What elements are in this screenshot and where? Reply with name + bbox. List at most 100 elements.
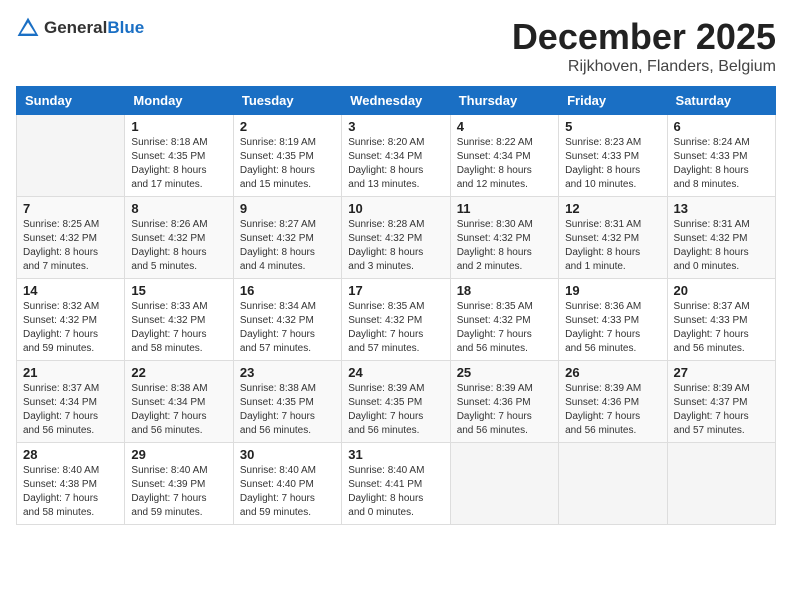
day-info: Sunrise: 8:37 AM Sunset: 4:34 PM Dayligh… bbox=[23, 382, 118, 438]
day-info: Sunrise: 8:24 AM Sunset: 4:33 PM Dayligh… bbox=[674, 136, 769, 192]
day-number: 24 bbox=[348, 365, 443, 380]
calendar-cell: 16 Sunrise: 8:34 AM Sunset: 4:32 PM Dayli… bbox=[233, 279, 341, 361]
calendar-header-row: SundayMondayTuesdayWednesdayThursdayFrid… bbox=[17, 87, 776, 115]
calendar-cell: 22 Sunrise: 8:38 AM Sunset: 4:34 PM Dayli… bbox=[125, 361, 233, 443]
calendar-cell: 13 Sunrise: 8:31 AM Sunset: 4:32 PM Dayli… bbox=[667, 197, 775, 279]
calendar-week-row: 14 Sunrise: 8:32 AM Sunset: 4:32 PM Dayli… bbox=[17, 279, 776, 361]
calendar-cell: 19 Sunrise: 8:36 AM Sunset: 4:33 PM Dayli… bbox=[559, 279, 667, 361]
calendar-cell: 30Sunrise: 8:40 AM Sunset: 4:40 PM Dayli… bbox=[233, 443, 341, 525]
calendar-cell: 23 Sunrise: 8:38 AM Sunset: 4:35 PM Dayli… bbox=[233, 361, 341, 443]
calendar-cell: 28 Sunrise: 8:40 AM Sunset: 4:38 PM Dayli… bbox=[17, 443, 125, 525]
calendar-cell: 26Sunrise: 8:39 AM Sunset: 4:36 PM Dayli… bbox=[559, 361, 667, 443]
calendar-cell: 18Sunrise: 8:35 AM Sunset: 4:32 PM Dayli… bbox=[450, 279, 558, 361]
weekday-header-thursday: Thursday bbox=[450, 87, 558, 115]
day-info: Sunrise: 8:25 AM Sunset: 4:32 PM Dayligh… bbox=[23, 218, 118, 274]
day-number: 1 bbox=[131, 119, 226, 134]
day-info: Sunrise: 8:35 AM Sunset: 4:32 PM Dayligh… bbox=[348, 300, 443, 356]
weekday-header-monday: Monday bbox=[125, 87, 233, 115]
title-area: December 2025 Rijkhoven, Flanders, Belgi… bbox=[512, 16, 776, 76]
day-number: 8 bbox=[131, 201, 226, 216]
day-info: Sunrise: 8:38 AM Sunset: 4:35 PM Dayligh… bbox=[240, 382, 335, 438]
calendar-cell: 4 Sunrise: 8:22 AM Sunset: 4:34 PM Daylig… bbox=[450, 115, 558, 197]
location-title: Rijkhoven, Flanders, Belgium bbox=[512, 58, 776, 76]
calendar-cell: 29Sunrise: 8:40 AM Sunset: 4:39 PM Dayli… bbox=[125, 443, 233, 525]
day-number: 21 bbox=[23, 365, 118, 380]
calendar-cell: 7Sunrise: 8:25 AM Sunset: 4:32 PM Daylig… bbox=[17, 197, 125, 279]
day-number: 23 bbox=[240, 365, 335, 380]
day-number: 19 bbox=[565, 283, 660, 298]
day-number: 3 bbox=[348, 119, 443, 134]
day-number: 11 bbox=[457, 201, 552, 216]
calendar-cell: 11Sunrise: 8:30 AM Sunset: 4:32 PM Dayli… bbox=[450, 197, 558, 279]
day-info: Sunrise: 8:19 AM Sunset: 4:35 PM Dayligh… bbox=[240, 136, 335, 192]
day-number: 2 bbox=[240, 119, 335, 134]
calendar-cell: 25 Sunrise: 8:39 AM Sunset: 4:36 PM Dayli… bbox=[450, 361, 558, 443]
day-info: Sunrise: 8:40 AM Sunset: 4:38 PM Dayligh… bbox=[23, 464, 118, 520]
calendar-week-row: 1 Sunrise: 8:18 AM Sunset: 4:35 PM Daylig… bbox=[17, 115, 776, 197]
calendar-cell: 6 Sunrise: 8:24 AM Sunset: 4:33 PM Daylig… bbox=[667, 115, 775, 197]
calendar-cell: 12Sunrise: 8:31 AM Sunset: 4:32 PM Dayli… bbox=[559, 197, 667, 279]
day-info: Sunrise: 8:18 AM Sunset: 4:35 PM Dayligh… bbox=[131, 136, 226, 192]
calendar-cell: 3Sunrise: 8:20 AM Sunset: 4:34 PM Daylig… bbox=[342, 115, 450, 197]
day-number: 4 bbox=[457, 119, 552, 134]
day-info: Sunrise: 8:32 AM Sunset: 4:32 PM Dayligh… bbox=[23, 300, 118, 356]
calendar-body: 1 Sunrise: 8:18 AM Sunset: 4:35 PM Daylig… bbox=[17, 115, 776, 525]
day-number: 5 bbox=[565, 119, 660, 134]
day-number: 13 bbox=[674, 201, 769, 216]
day-info: Sunrise: 8:28 AM Sunset: 4:32 PM Dayligh… bbox=[348, 218, 443, 274]
calendar-table: SundayMondayTuesdayWednesdayThursdayFrid… bbox=[16, 86, 776, 525]
day-info: Sunrise: 8:23 AM Sunset: 4:33 PM Dayligh… bbox=[565, 136, 660, 192]
day-number: 27 bbox=[674, 365, 769, 380]
day-info: Sunrise: 8:26 AM Sunset: 4:32 PM Dayligh… bbox=[131, 218, 226, 274]
calendar-cell: 9Sunrise: 8:27 AM Sunset: 4:32 PM Daylig… bbox=[233, 197, 341, 279]
calendar-cell: 14 Sunrise: 8:32 AM Sunset: 4:32 PM Dayli… bbox=[17, 279, 125, 361]
logo-icon bbox=[16, 16, 40, 40]
calendar-cell: 2 Sunrise: 8:19 AM Sunset: 4:35 PM Daylig… bbox=[233, 115, 341, 197]
day-number: 28 bbox=[23, 447, 118, 462]
day-number: 14 bbox=[23, 283, 118, 298]
calendar-week-row: 7Sunrise: 8:25 AM Sunset: 4:32 PM Daylig… bbox=[17, 197, 776, 279]
month-title: December 2025 bbox=[512, 16, 776, 58]
calendar-cell: 17 Sunrise: 8:35 AM Sunset: 4:32 PM Dayli… bbox=[342, 279, 450, 361]
day-info: Sunrise: 8:39 AM Sunset: 4:36 PM Dayligh… bbox=[565, 382, 660, 438]
calendar-cell bbox=[559, 443, 667, 525]
day-info: Sunrise: 8:22 AM Sunset: 4:34 PM Dayligh… bbox=[457, 136, 552, 192]
day-number: 30 bbox=[240, 447, 335, 462]
day-number: 25 bbox=[457, 365, 552, 380]
calendar-cell: 21 Sunrise: 8:37 AM Sunset: 4:34 PM Dayli… bbox=[17, 361, 125, 443]
calendar-cell bbox=[450, 443, 558, 525]
calendar-week-row: 28 Sunrise: 8:40 AM Sunset: 4:38 PM Dayli… bbox=[17, 443, 776, 525]
day-info: Sunrise: 8:33 AM Sunset: 4:32 PM Dayligh… bbox=[131, 300, 226, 356]
calendar-cell: 5 Sunrise: 8:23 AM Sunset: 4:33 PM Daylig… bbox=[559, 115, 667, 197]
day-info: Sunrise: 8:38 AM Sunset: 4:34 PM Dayligh… bbox=[131, 382, 226, 438]
day-number: 22 bbox=[131, 365, 226, 380]
day-number: 12 bbox=[565, 201, 660, 216]
day-number: 16 bbox=[240, 283, 335, 298]
weekday-header-wednesday: Wednesday bbox=[342, 87, 450, 115]
day-info: Sunrise: 8:36 AM Sunset: 4:33 PM Dayligh… bbox=[565, 300, 660, 356]
day-info: Sunrise: 8:39 AM Sunset: 4:36 PM Dayligh… bbox=[457, 382, 552, 438]
weekday-header-saturday: Saturday bbox=[667, 87, 775, 115]
day-number: 17 bbox=[348, 283, 443, 298]
logo-blue: Blue bbox=[107, 18, 144, 37]
day-number: 18 bbox=[457, 283, 552, 298]
day-info: Sunrise: 8:39 AM Sunset: 4:37 PM Dayligh… bbox=[674, 382, 769, 438]
day-number: 15 bbox=[131, 283, 226, 298]
day-info: Sunrise: 8:31 AM Sunset: 4:32 PM Dayligh… bbox=[674, 218, 769, 274]
day-info: Sunrise: 8:39 AM Sunset: 4:35 PM Dayligh… bbox=[348, 382, 443, 438]
day-number: 6 bbox=[674, 119, 769, 134]
calendar-cell: 10Sunrise: 8:28 AM Sunset: 4:32 PM Dayli… bbox=[342, 197, 450, 279]
calendar-cell: 1 Sunrise: 8:18 AM Sunset: 4:35 PM Daylig… bbox=[125, 115, 233, 197]
day-info: Sunrise: 8:40 AM Sunset: 4:41 PM Dayligh… bbox=[348, 464, 443, 520]
calendar-cell: 8 Sunrise: 8:26 AM Sunset: 4:32 PM Daylig… bbox=[125, 197, 233, 279]
page-header: GeneralBlue December 2025 Rijkhoven, Fla… bbox=[16, 16, 776, 76]
calendar-week-row: 21 Sunrise: 8:37 AM Sunset: 4:34 PM Dayli… bbox=[17, 361, 776, 443]
day-number: 29 bbox=[131, 447, 226, 462]
day-number: 31 bbox=[348, 447, 443, 462]
weekday-header-tuesday: Tuesday bbox=[233, 87, 341, 115]
day-info: Sunrise: 8:37 AM Sunset: 4:33 PM Dayligh… bbox=[674, 300, 769, 356]
calendar-cell: 31 Sunrise: 8:40 AM Sunset: 4:41 PM Dayli… bbox=[342, 443, 450, 525]
day-info: Sunrise: 8:34 AM Sunset: 4:32 PM Dayligh… bbox=[240, 300, 335, 356]
day-number: 20 bbox=[674, 283, 769, 298]
weekday-header-friday: Friday bbox=[559, 87, 667, 115]
